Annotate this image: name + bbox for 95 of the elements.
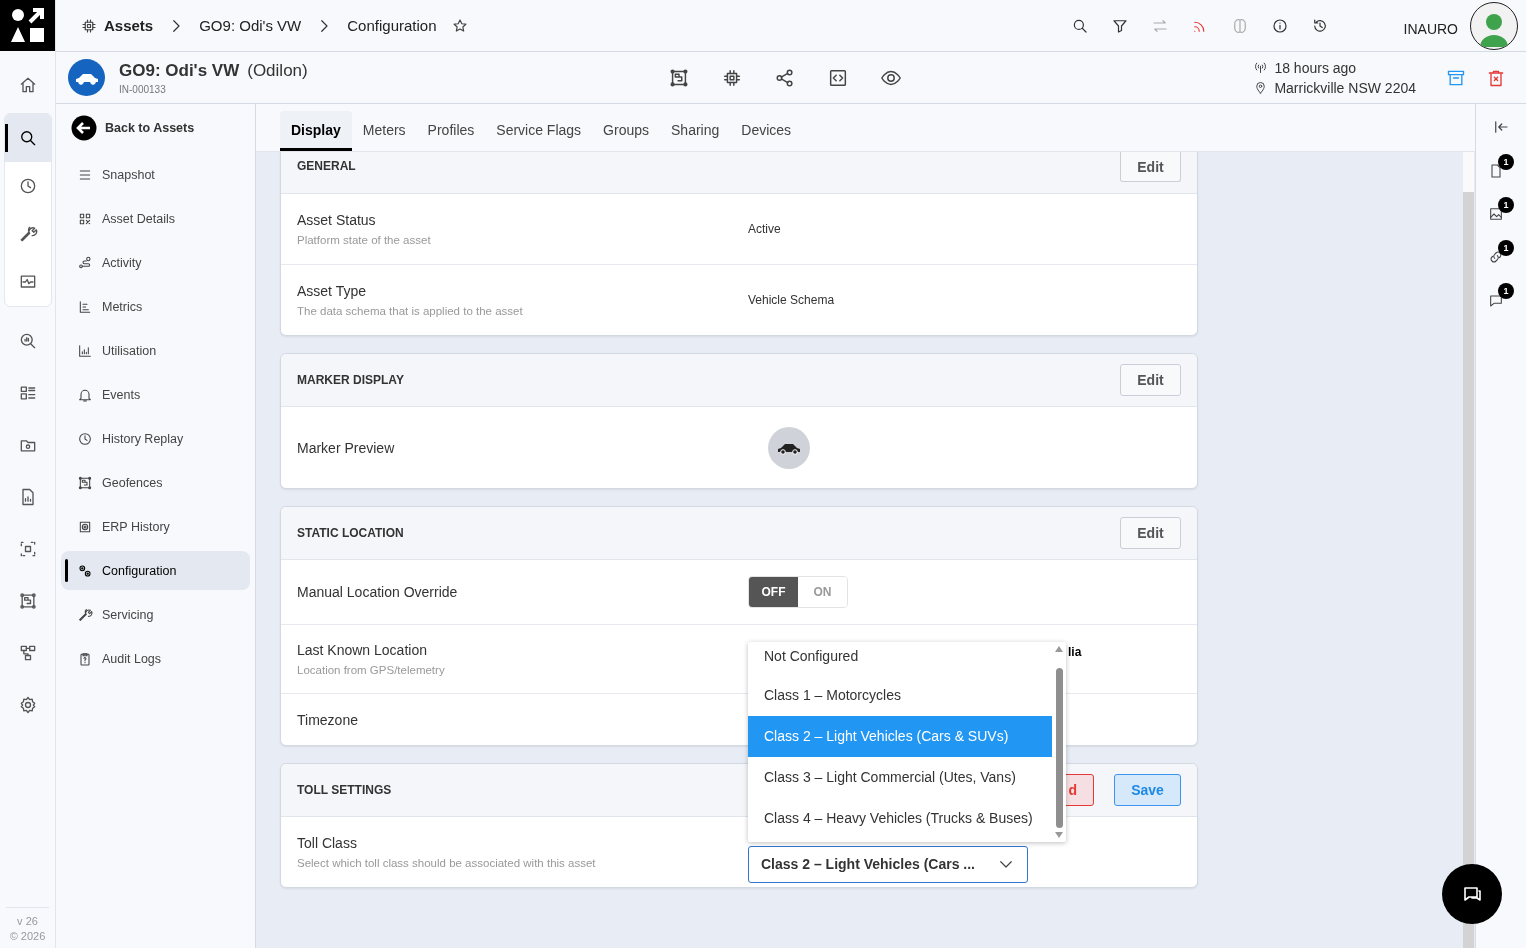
logo-icon[interactable]	[0, 0, 55, 51]
toggle-option[interactable]: OFF	[749, 577, 798, 607]
section-title: STATIC LOCATION	[297, 526, 404, 540]
edit-button[interactable]: Edit	[1120, 152, 1181, 182]
side-panel-button[interactable]: 1	[1488, 154, 1514, 179]
count-badge: 1	[1498, 154, 1514, 170]
section-title: GENERAL	[297, 159, 356, 173]
field-value: Vehicle Schema	[748, 293, 835, 307]
side-panel-button[interactable]: 1	[1488, 240, 1514, 265]
chat-button[interactable]	[1442, 864, 1502, 924]
gears-icon	[77, 562, 93, 579]
share-icon	[774, 66, 796, 89]
field-label: Marker Preview	[297, 439, 396, 456]
collapse-icon	[1492, 118, 1510, 136]
info-icon	[1270, 16, 1289, 35]
wrench-icon	[77, 606, 93, 623]
side-panel-button[interactable]: 1	[1488, 197, 1514, 222]
dropdown-option[interactable]: Class 3 – Light Commercial (Utes, Vans)	[748, 756, 1052, 798]
menu-item[interactable]: Asset Details	[61, 199, 250, 238]
menu-item[interactable]: Events	[61, 375, 250, 414]
collapse-button[interactable]	[1492, 118, 1510, 136]
field-label: Asset Status	[297, 212, 377, 228]
breadcrumb-link[interactable]: Configuration	[347, 17, 437, 34]
menu-item[interactable]: Snapshot	[61, 155, 250, 194]
signal-icon	[1253, 60, 1269, 75]
tab[interactable]: Devices	[730, 111, 803, 151]
user-name: INAURO	[1403, 20, 1458, 37]
field-label: Manual Location Override	[297, 584, 459, 600]
asset-action-button[interactable]	[774, 66, 796, 89]
tab[interactable]: Groups	[592, 111, 661, 151]
menu-item[interactable]: History Replay	[61, 419, 250, 458]
toll-class-select[interactable]: Class 2 – Light Vehicles (Cars ...	[748, 845, 1028, 883]
section-title: TOLL SETTINGS	[297, 783, 392, 797]
field-label: Asset Type	[297, 283, 367, 299]
field-description: Location from GPS/telemetry	[297, 664, 446, 676]
menu-item[interactable]: ERP History	[61, 507, 250, 546]
comment-icon	[1488, 292, 1504, 308]
dropdown-option[interactable]: Class 4 – Heavy Vehicles (Trucks & Buses)	[748, 797, 1052, 839]
field-label: Last Known Location	[297, 642, 428, 658]
clock-icon	[77, 430, 93, 447]
version-text: v 26	[17, 914, 38, 929]
tab[interactable]: Service Flags	[485, 111, 593, 151]
last-seen-text: 18 hours ago	[1274, 59, 1357, 76]
document-icon	[1488, 163, 1504, 179]
field-label: Toll Class	[297, 835, 358, 851]
metrics-icon	[77, 298, 93, 315]
frame-icon	[17, 591, 38, 611]
section-title: MARKER DISPLAY	[297, 373, 404, 387]
frame-icon	[77, 474, 93, 491]
image-icon	[1488, 206, 1504, 222]
menu-item[interactable]: Configuration	[61, 551, 250, 590]
tab[interactable]: Display	[280, 111, 352, 151]
back-link[interactable]: Back to Assets	[61, 112, 250, 144]
route-icon	[77, 254, 93, 271]
edit-button[interactable]: Edit	[1120, 517, 1181, 549]
menu-item[interactable]: Geofences	[61, 463, 250, 502]
tab[interactable]: Sharing	[660, 111, 731, 151]
frame-icon	[668, 66, 690, 89]
count-badge: 1	[1498, 283, 1514, 299]
count-badge: 1	[1498, 240, 1514, 256]
dropdown-option[interactable]: Not Configured	[748, 641, 1052, 675]
clipboard-icon	[77, 650, 93, 667]
field-value: Active	[748, 222, 781, 236]
asset-action-button[interactable]	[668, 66, 690, 89]
tab[interactable]: Meters	[351, 111, 417, 151]
bar-chart-icon	[77, 342, 93, 359]
scroll-up-icon[interactable]	[1055, 645, 1063, 652]
menu-item[interactable]: Activity	[61, 243, 250, 282]
asset-name: GO9: Odi's VW	[119, 60, 240, 81]
menu-item[interactable]: Metrics	[61, 287, 250, 326]
count-badge: 1	[1498, 197, 1514, 213]
location-text: Marrickville NSW 2204	[1274, 79, 1416, 96]
menu-item[interactable]: Audit Logs	[61, 639, 250, 678]
copyright-text: © 2026	[9, 929, 46, 944]
menu-item[interactable]: Servicing	[61, 595, 250, 634]
field-value: lia	[1068, 645, 1082, 659]
menu-item[interactable]: Utilisation	[61, 331, 250, 370]
breadcrumb-link[interactable]: GO9: Odi's VW	[199, 17, 302, 34]
tab[interactable]: Profiles	[416, 111, 486, 151]
field-label: Timezone	[297, 711, 359, 728]
scroll-down-icon[interactable]	[1055, 831, 1063, 838]
scrollbar[interactable]	[1463, 152, 1474, 948]
field-description: Platform state of the asset	[297, 234, 432, 246]
side-panel-button[interactable]: 1	[1488, 283, 1514, 308]
link-icon	[1488, 249, 1504, 265]
edit-button[interactable]: Edit	[1120, 364, 1181, 396]
avatar[interactable]	[1470, 1, 1518, 50]
chip-icon	[80, 16, 98, 35]
dropdown-option[interactable]: Class 1 – Motorcycles	[748, 674, 1052, 716]
asset-alias: (Odilon)	[247, 60, 308, 81]
field-description: Select which toll class should be associated with this asset	[297, 857, 597, 869]
field-description: The data schema that is applied to the asset	[297, 305, 524, 317]
asset-id: IN-000133	[119, 83, 167, 95]
nav-button[interactable]	[4, 114, 51, 162]
breadcrumb-link[interactable]: Assets	[104, 17, 154, 34]
